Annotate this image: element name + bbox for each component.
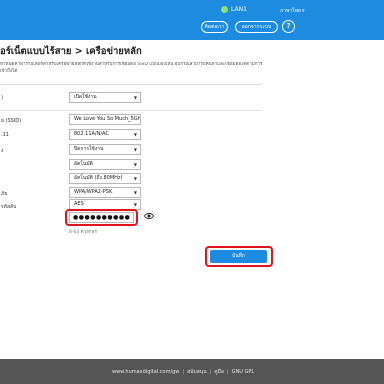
lan-status: LAN1 — [221, 6, 247, 13]
bandwidth-value: อัตโนมัติ (ถึง 80MHz) — [74, 175, 123, 181]
security-mode-value: WPA/WPA2-PSK — [74, 189, 113, 195]
chevron-down-icon: ▼ — [133, 147, 137, 152]
lan-status-dot-icon — [221, 6, 228, 13]
chevron-down-icon: ▼ — [133, 95, 137, 100]
help-icon[interactable]: ? — [282, 20, 295, 33]
footer-website-link[interactable]: www.humaxdigital.com/gw — [112, 369, 179, 375]
save-button[interactable]: บันทึก — [210, 250, 267, 263]
page-footer: www.humaxdigital.com/gw | สนับสนุน | คู่มือ |… — [0, 359, 384, 384]
field-label-encryption: รหัสลับ — [1, 204, 17, 210]
page-title: อร์เน็ตแบบไร้สาย > เครือข่ายหลัก — [0, 46, 142, 57]
chevron-down-icon: ▼ — [133, 202, 137, 207]
bandwidth-select[interactable]: อัตโนมัติ (ถึง 80MHz) ▼ — [69, 173, 141, 184]
field-label-broadcast: ง — [1, 148, 4, 154]
page-description: ทำหนดค่าพารามิเตอร์สำหรับเครือข่ายหลักที… — [0, 62, 384, 75]
chevron-down-icon: ▼ — [133, 176, 137, 181]
footer-separator: | — [226, 369, 229, 375]
chevron-down-icon: ▼ — [133, 162, 137, 167]
footer-support-link[interactable]: สนับสนุน — [187, 369, 207, 375]
field-label-wireless: ) — [1, 95, 3, 101]
security-mode-select[interactable]: WPA/WPA2-PSK ▼ — [69, 187, 141, 198]
section-divider — [0, 84, 262, 85]
logout-button[interactable]: ออกจากระบบ — [235, 21, 278, 33]
hide-ssid-value: ปิดการใช้งาน — [74, 146, 104, 152]
language-label: ภาษาไทย — [280, 8, 301, 14]
field-label-mode: .11 — [1, 132, 9, 138]
field-label-security: ภัย — [1, 191, 8, 197]
chevron-down-icon: ▼ — [133, 132, 137, 137]
show-password-eye-icon[interactable] — [144, 211, 154, 221]
footer-gpl-link[interactable]: GNU GPL — [232, 369, 255, 375]
contact-button[interactable]: ติดต่อเรา — [201, 21, 228, 33]
row-divider — [0, 110, 262, 111]
wireless-mode-select[interactable]: 802.11A/N/AC ▼ — [69, 129, 141, 140]
channel-value: อัตโนมัติ — [74, 161, 93, 167]
chevron-down-icon: ▾ — [301, 8, 305, 14]
wireless-enable-value: เปิดใช้งาน — [74, 94, 97, 100]
encryption-value: AES — [74, 201, 84, 207]
hide-ssid-select[interactable]: ปิดการใช้งาน ▼ — [69, 144, 141, 155]
field-label-ssid: ย (SSID) — [1, 118, 22, 124]
password-input[interactable]: ●●●●●●●●●● — [69, 212, 134, 223]
wireless-mode-value: 802.11A/N/AC — [74, 131, 109, 137]
chevron-down-icon: ▼ — [133, 190, 137, 195]
footer-separator: | — [182, 369, 185, 375]
description-line-2: เข้าถึงได้ — [0, 68, 18, 74]
footer-links: www.humaxdigital.com/gw | สนับสนุน | คู่มือ |… — [112, 368, 254, 376]
language-selector[interactable]: ภาษาไทย▾ — [280, 7, 304, 15]
lan-status-label: LAN1 — [231, 6, 247, 13]
footer-manual-link[interactable]: คู่มือ — [214, 369, 224, 375]
ssid-input[interactable]: We Love You So Much_5GHz — [69, 114, 141, 125]
wireless-enable-select[interactable]: เปิดใช้งาน ▼ — [69, 92, 141, 103]
channel-select[interactable]: อัตโนมัติ ▼ — [69, 159, 141, 170]
footer-separator: | — [209, 369, 212, 375]
top-header-bar: LAN1 ภาษาไทย▾ ติดต่อเรา ออกจากระบบ ? — [0, 0, 384, 40]
password-length-hint: 8-63 ตัวอักษร — [69, 230, 97, 235]
